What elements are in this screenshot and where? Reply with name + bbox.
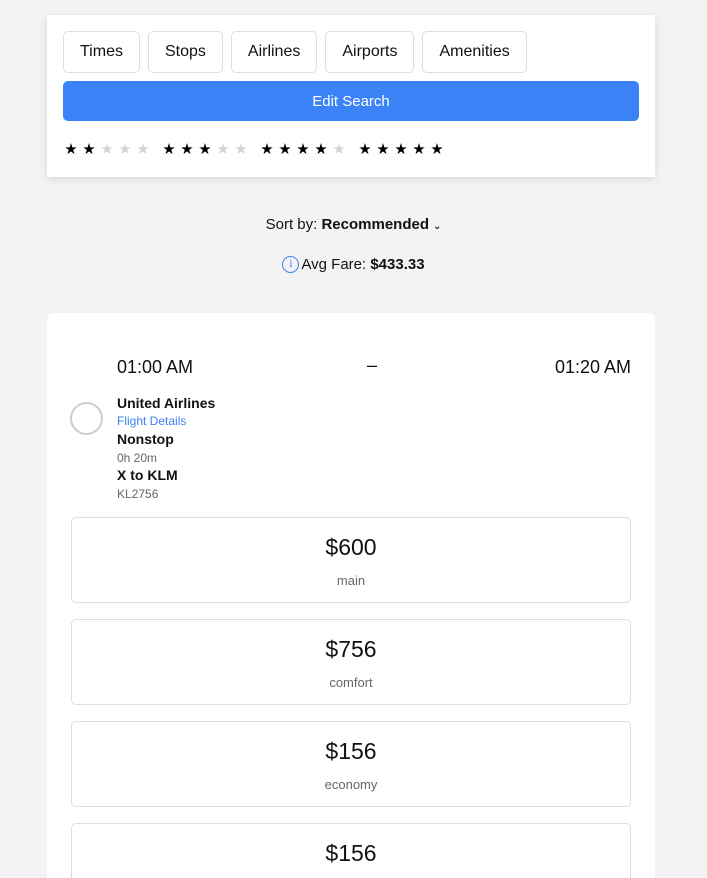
fare-price: $756 bbox=[325, 636, 377, 662]
sort-control: Sort by: Recommended ⌄ bbox=[0, 216, 707, 233]
filter-amenities-button[interactable]: Amenities bbox=[422, 31, 527, 73]
star-icon: ★ bbox=[234, 140, 248, 158]
info-icon[interactable]: i bbox=[282, 256, 300, 273]
sort-label: Sort by: bbox=[265, 216, 318, 233]
filter-airports-button[interactable]: Airports bbox=[325, 31, 415, 73]
avg-fare-label: Avg Fare: bbox=[301, 256, 367, 273]
star-rating-filter-2[interactable]: ★ ★ ★ ★ ★ bbox=[63, 140, 151, 158]
filter-stops-button[interactable]: Stops bbox=[147, 31, 223, 73]
fare-option-comfort[interactable]: $756 comfort bbox=[71, 619, 631, 705]
fare-option-economy[interactable]: $156 economy bbox=[71, 721, 631, 807]
star-rating-filter-5[interactable]: ★ ★ ★ ★ ★ bbox=[357, 140, 445, 158]
fare-class: economy bbox=[324, 777, 378, 792]
flight-duration: 0h 20m bbox=[117, 451, 158, 465]
filter-button-row: Times Stops Airlines Airports Amenities bbox=[63, 31, 527, 73]
star-rating-filters: ★ ★ ★ ★ ★ ★ ★ ★ ★ ★ ★ ★ ★ ★ ★ ★ ★ ★ ★ ★ bbox=[63, 140, 445, 158]
star-icon: ★ bbox=[162, 140, 176, 158]
filter-panel: Times Stops Airlines Airports Amenities … bbox=[47, 15, 655, 177]
time-separator: – bbox=[367, 355, 378, 375]
average-fare: i Avg Fare: $433.33 bbox=[0, 256, 707, 273]
star-icon: ★ bbox=[64, 140, 78, 158]
star-icon: ★ bbox=[198, 140, 212, 158]
flight-route: X to KLM bbox=[117, 467, 178, 483]
fare-price: $600 bbox=[325, 534, 377, 560]
filter-airlines-button[interactable]: Airlines bbox=[230, 31, 318, 73]
stops-info: Nonstop bbox=[117, 431, 174, 447]
edit-search-button[interactable]: Edit Search bbox=[63, 81, 639, 121]
star-icon: ★ bbox=[314, 140, 328, 158]
airline-name: United Airlines bbox=[117, 395, 216, 411]
flight-result-card: 01:00 AM – 01:20 AM United Airlines Flig… bbox=[47, 313, 655, 878]
star-icon: ★ bbox=[260, 140, 274, 158]
star-icon: ★ bbox=[216, 140, 230, 158]
star-icon: ★ bbox=[394, 140, 408, 158]
sort-value: Recommended bbox=[321, 216, 429, 233]
fare-option-main[interactable]: $600 main bbox=[71, 517, 631, 603]
fare-price: $156 bbox=[325, 840, 377, 866]
star-icon: ★ bbox=[136, 140, 150, 158]
star-icon: ★ bbox=[358, 140, 372, 158]
star-icon: ★ bbox=[376, 140, 390, 158]
fare-class: comfort bbox=[329, 675, 373, 690]
star-rating-filter-3[interactable]: ★ ★ ★ ★ ★ bbox=[161, 140, 249, 158]
select-flight-radio[interactable] bbox=[70, 402, 103, 435]
flight-details-link[interactable]: Flight Details bbox=[117, 414, 186, 428]
fare-option[interactable]: $156 bbox=[71, 823, 631, 878]
star-icon: ★ bbox=[332, 140, 346, 158]
fare-class: main bbox=[336, 573, 366, 588]
star-icon: ★ bbox=[430, 140, 444, 158]
star-icon: ★ bbox=[180, 140, 194, 158]
filter-times-button[interactable]: Times bbox=[63, 31, 140, 73]
sort-dropdown[interactable]: Recommended ⌄ bbox=[321, 216, 441, 233]
fare-price: $156 bbox=[325, 738, 377, 764]
avg-fare-value: $433.33 bbox=[370, 256, 425, 273]
star-icon: ★ bbox=[118, 140, 132, 158]
arrival-time: 01:20 AM bbox=[554, 357, 631, 377]
star-icon: ★ bbox=[412, 140, 426, 158]
star-icon: ★ bbox=[82, 140, 96, 158]
flight-number: KL2756 bbox=[117, 487, 159, 501]
star-icon: ★ bbox=[278, 140, 292, 158]
chevron-down-icon: ⌄ bbox=[433, 221, 442, 232]
departure-time: 01:00 AM bbox=[117, 357, 194, 377]
star-icon: ★ bbox=[296, 140, 310, 158]
star-icon: ★ bbox=[100, 140, 114, 158]
star-rating-filter-4[interactable]: ★ ★ ★ ★ ★ bbox=[259, 140, 347, 158]
